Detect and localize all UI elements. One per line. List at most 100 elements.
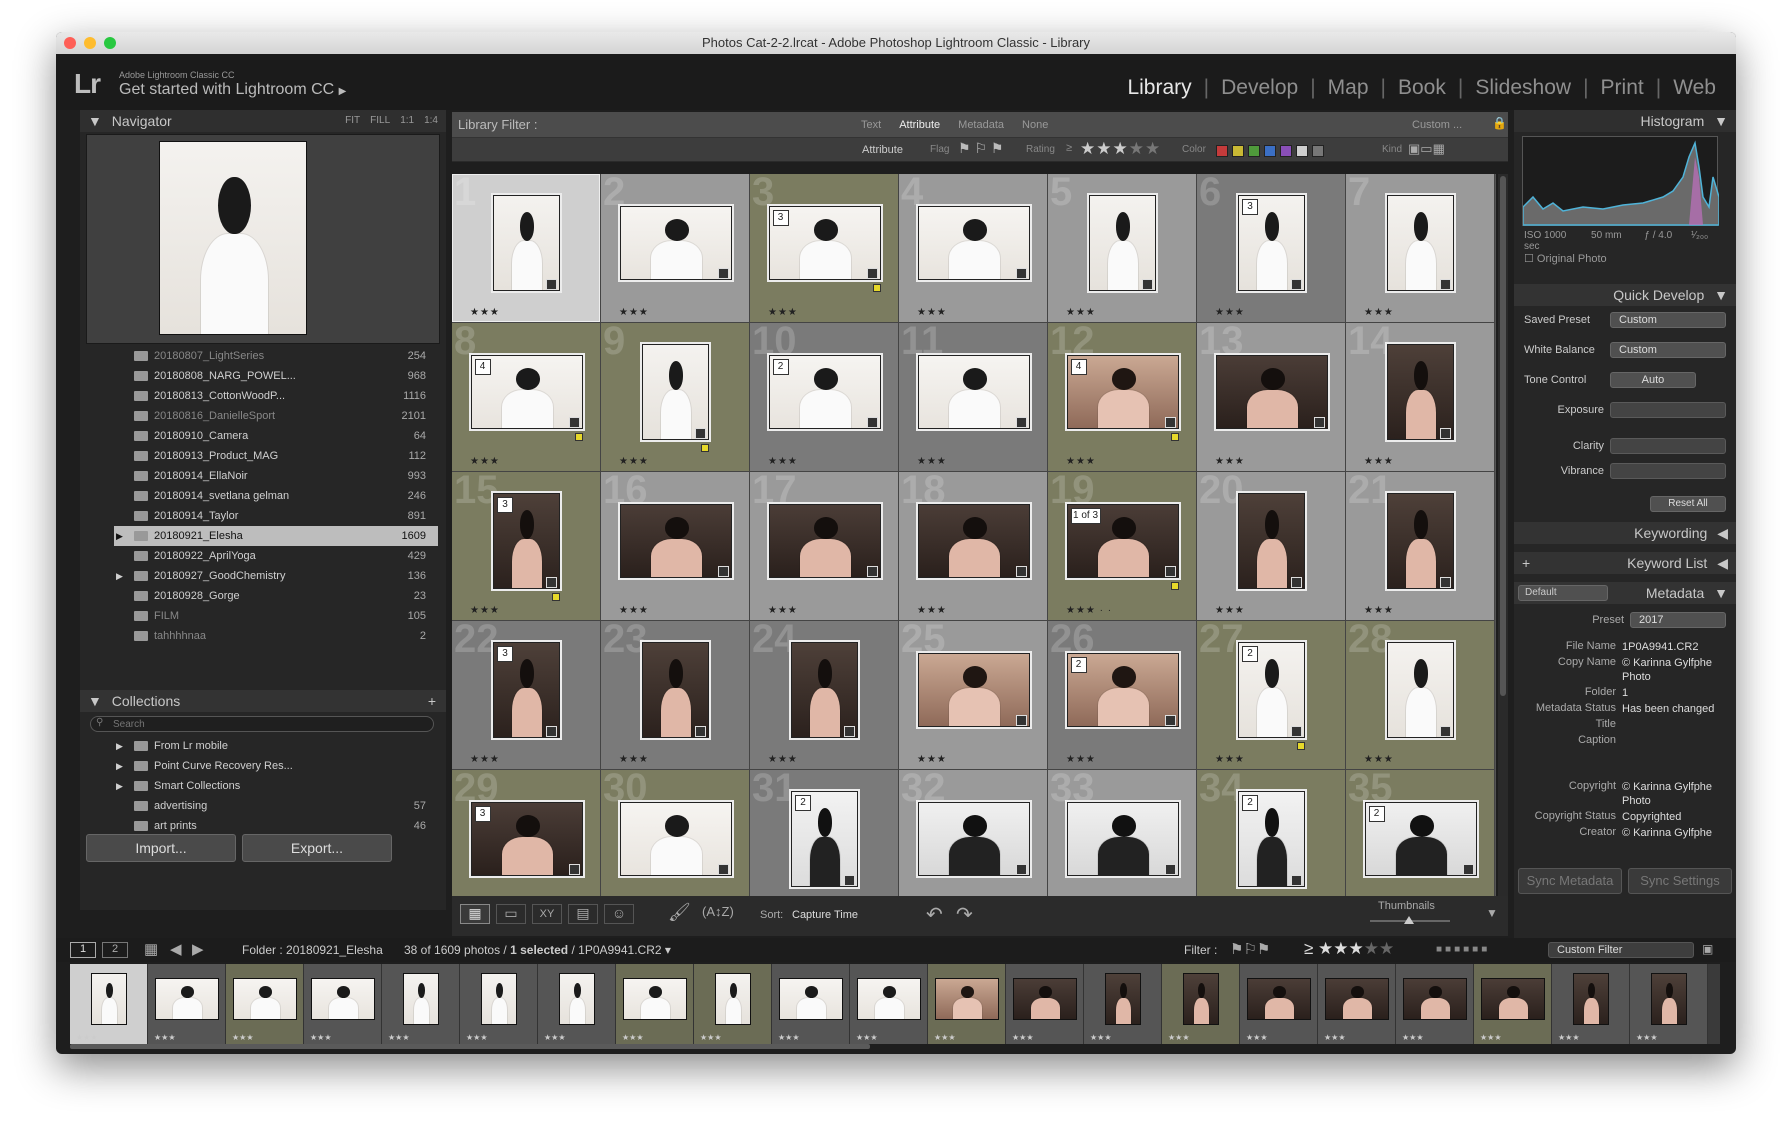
grid-cell[interactable]: 27 2 ★★★ bbox=[1197, 617, 1346, 770]
filmstrip-thumbnail[interactable] bbox=[481, 973, 517, 1025]
sync-settings-button[interactable]: Sync Settings bbox=[1628, 868, 1732, 894]
grid-cell[interactable]: 21 ★★★ bbox=[1346, 468, 1495, 621]
loupe-view-icon[interactable]: ▭ bbox=[496, 904, 526, 924]
filter-tab-metadata[interactable]: Metadata bbox=[958, 119, 1004, 131]
sort-direction-icon[interactable]: (A↕Z) bbox=[702, 904, 734, 919]
metadata-field-value[interactable]: © Karinna Gylfphe Photo bbox=[1622, 656, 1722, 684]
star-rating[interactable]: ★★★ · · bbox=[1066, 605, 1112, 616]
module-map[interactable]: Map bbox=[1328, 76, 1369, 99]
folder-row[interactable]: FILM 105 bbox=[114, 606, 438, 626]
grid-cell[interactable]: 32 bbox=[899, 766, 1048, 896]
filmstrip-thumbnail[interactable] bbox=[91, 973, 127, 1025]
star-rating[interactable]: ★★★ bbox=[619, 456, 649, 467]
grid-cell[interactable]: 13 ★★★ bbox=[1197, 319, 1346, 472]
star-rating[interactable]: ★★★ bbox=[1364, 307, 1394, 318]
grid-cell[interactable]: 24 ★★★ bbox=[750, 617, 899, 770]
grid-cell[interactable]: 19 1 of 3 ★★★ · · bbox=[1048, 468, 1197, 621]
navigator-preview[interactable] bbox=[86, 134, 440, 344]
main-window-button[interactable]: 1 bbox=[70, 942, 96, 958]
photo-thumbnail[interactable] bbox=[917, 801, 1030, 876]
keyword-list-header[interactable]: + Keyword List ◀ bbox=[1514, 552, 1736, 574]
sync-metadata-button[interactable]: Sync Metadata bbox=[1518, 868, 1622, 894]
metadata-preset-select[interactable]: 2017 bbox=[1630, 612, 1726, 628]
photo-thumbnail[interactable] bbox=[493, 194, 560, 291]
folder-row[interactable]: 20180816_DanielleSport 2101 bbox=[114, 406, 438, 426]
metadata-view-select[interactable]: Default bbox=[1518, 585, 1608, 601]
star-rating[interactable]: ★★★ bbox=[470, 754, 500, 765]
saved-preset-select[interactable]: Custom bbox=[1610, 312, 1726, 328]
stack-badge[interactable]: 2 bbox=[1242, 645, 1258, 662]
folder-row[interactable]: 20180913_Product_MAG 112 bbox=[114, 446, 438, 466]
filmstrip-cell[interactable]: ★★★ bbox=[382, 964, 460, 1044]
disclosure-triangle-icon[interactable]: ▶ bbox=[116, 736, 123, 756]
color-swatch[interactable] bbox=[1280, 145, 1292, 157]
histogram-graph[interactable] bbox=[1522, 136, 1720, 226]
filmstrip-cell[interactable]: ★★★ bbox=[460, 964, 538, 1044]
star-rating[interactable]: ★★★ bbox=[470, 307, 500, 318]
rating-operator[interactable]: ≥ bbox=[1066, 142, 1072, 154]
filmstrip-cell[interactable]: ★★★ bbox=[70, 964, 148, 1044]
zoom-fit[interactable]: FIT bbox=[345, 115, 360, 126]
photo-thumbnail[interactable] bbox=[619, 801, 732, 876]
star-rating[interactable]: ★★★ bbox=[917, 307, 947, 318]
filmstrip-thumbnail[interactable] bbox=[1013, 978, 1077, 1020]
add-keyword-icon[interactable]: + bbox=[1522, 552, 1530, 574]
folder-row[interactable]: ▶ 20180921_Elesha 1609 bbox=[114, 526, 438, 546]
folder-row[interactable]: 20180807_LightSeries 254 bbox=[114, 346, 438, 366]
filmstrip-thumbnail[interactable] bbox=[857, 978, 921, 1020]
collection-row[interactable]: ▶ From Lr mobile bbox=[114, 736, 438, 756]
folder-source-label[interactable]: Folder : 20180921_Elesha bbox=[242, 943, 383, 957]
filmstrip-thumbnail[interactable] bbox=[155, 978, 219, 1020]
filmstrip-cell[interactable]: ★★★ bbox=[1162, 964, 1240, 1044]
quick-develop-header[interactable]: Quick Develop ▼ bbox=[1514, 284, 1736, 306]
stack-badge[interactable]: 4 bbox=[1070, 358, 1087, 375]
star-rating[interactable]: ★★★ bbox=[1066, 456, 1096, 467]
filmstrip-thumbnail[interactable] bbox=[715, 973, 751, 1025]
filmstrip-thumbnail[interactable] bbox=[1247, 978, 1311, 1020]
photo-thumbnail[interactable] bbox=[1066, 801, 1179, 876]
grid-scrollbar[interactable] bbox=[1498, 174, 1508, 896]
photo-thumbnail[interactable] bbox=[917, 503, 1030, 578]
stack-badge[interactable]: 2 bbox=[772, 358, 789, 375]
filmstrip-cell[interactable]: ★★★ bbox=[226, 964, 304, 1044]
clarity-buttons[interactable] bbox=[1610, 438, 1726, 454]
painter-icon[interactable]: 🖌 bbox=[668, 902, 691, 923]
color-swatch[interactable] bbox=[1312, 145, 1324, 157]
star-rating[interactable]: ★★★ bbox=[768, 605, 798, 616]
grid-cell[interactable]: 31 2 bbox=[750, 766, 899, 896]
collection-row[interactable]: ▶ Smart Collections bbox=[114, 776, 438, 796]
grid-cell[interactable]: 20 ★★★ bbox=[1197, 468, 1346, 621]
photo-thumbnail[interactable] bbox=[1387, 492, 1454, 589]
filmstrip-cell[interactable]: ★★★ bbox=[772, 964, 850, 1044]
collections-search-input[interactable] bbox=[90, 716, 434, 732]
star-rating[interactable]: ★★★ bbox=[1364, 754, 1394, 765]
grid-cell[interactable]: 26 2 ★★★ bbox=[1048, 617, 1197, 770]
vibrance-buttons[interactable] bbox=[1610, 463, 1726, 479]
grid-cell[interactable]: 3 3 ★★★ bbox=[750, 174, 899, 323]
import-button[interactable]: Import... bbox=[86, 834, 236, 862]
filmstrip-cell[interactable]: ★★★ bbox=[928, 964, 1006, 1044]
filmstrip-thumbnail[interactable] bbox=[1403, 978, 1467, 1020]
star-rating[interactable]: ★★★ bbox=[1215, 754, 1245, 765]
export-button[interactable]: Export... bbox=[242, 834, 392, 862]
filmstrip-scrollbar[interactable] bbox=[70, 1044, 870, 1049]
filmstrip-cell[interactable]: ★★★ bbox=[1474, 964, 1552, 1044]
filmstrip-cell[interactable]: ★★★ bbox=[850, 964, 928, 1044]
grid-cell[interactable]: 17 ★★★ bbox=[750, 468, 899, 621]
reset-all-button[interactable]: Reset All bbox=[1650, 496, 1726, 512]
star-rating[interactable]: ★★★ bbox=[917, 605, 947, 616]
filmstrip-thumbnail[interactable] bbox=[1105, 973, 1141, 1025]
get-started-link[interactable]: Get started with Lightroom CC ▶ bbox=[119, 81, 346, 99]
zoom-1-1[interactable]: 1:1 bbox=[400, 115, 414, 126]
color-swatch[interactable] bbox=[1264, 145, 1276, 157]
star-rating[interactable]: ★★★ bbox=[917, 456, 947, 467]
grid-view-icon[interactable]: ▦ bbox=[144, 940, 158, 958]
photo-thumbnail[interactable] bbox=[1387, 641, 1454, 738]
filmstrip-cell[interactable]: ★★★ bbox=[1318, 964, 1396, 1044]
forward-arrow-icon[interactable]: ▶ bbox=[192, 940, 204, 958]
slider-handle[interactable] bbox=[1404, 916, 1414, 924]
star-rating[interactable]: ★★★ bbox=[619, 307, 649, 318]
metadata-field-value[interactable]: 1 bbox=[1622, 686, 1722, 700]
grid-cell[interactable]: 2 ★★★ bbox=[601, 174, 750, 323]
folder-row[interactable]: 20180914_svetlana gelman 246 bbox=[114, 486, 438, 506]
